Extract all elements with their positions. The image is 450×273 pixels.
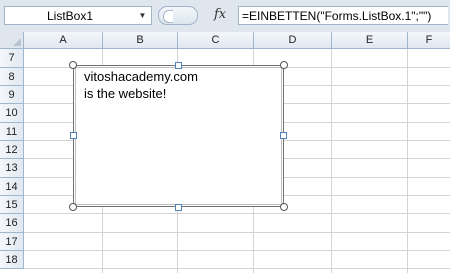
- row-header-9[interactable]: 9: [0, 86, 24, 104]
- column-header-a[interactable]: A: [24, 32, 103, 49]
- column-header-e[interactable]: E: [332, 32, 408, 49]
- listbox-item[interactable]: vitoshacademy.com: [84, 68, 198, 85]
- gridline: [24, 268, 450, 269]
- name-box[interactable]: ListBox1 ▼: [4, 6, 152, 25]
- gridline: [407, 49, 408, 273]
- formula-bar: ListBox1 ▼ fx =EINBETTEN("Forms.ListBox.…: [0, 0, 450, 33]
- gridline: [24, 213, 450, 214]
- formula-input[interactable]: =EINBETTEN("Forms.ListBox.1";""): [238, 6, 448, 25]
- select-all-corner[interactable]: [0, 32, 24, 49]
- resize-handle-top-left[interactable]: [69, 61, 77, 69]
- column-header-d[interactable]: D: [254, 32, 332, 49]
- row-header-18[interactable]: 18: [0, 251, 24, 269]
- row-header-8[interactable]: 8: [0, 68, 24, 86]
- row-header-12[interactable]: 12: [0, 141, 24, 159]
- gridline: [331, 49, 332, 273]
- insert-function-icon[interactable]: fx: [214, 7, 226, 22]
- formula-text: =EINBETTEN("Forms.ListBox.1";""): [242, 9, 432, 23]
- row-header-17[interactable]: 17: [0, 233, 24, 251]
- row-header-7[interactable]: 7: [0, 49, 24, 68]
- listbox-control[interactable]: vitoshacademy.com is the website!: [73, 65, 284, 207]
- row-header-15[interactable]: 15: [0, 196, 24, 214]
- resize-handle-top[interactable]: [175, 62, 182, 69]
- row-header-10[interactable]: 10: [0, 104, 24, 123]
- resize-handle-left[interactable]: [70, 132, 77, 139]
- row-header-16[interactable]: 16: [0, 214, 24, 233]
- resize-handle-bottom-left[interactable]: [69, 203, 77, 211]
- column-header-f[interactable]: F: [408, 32, 450, 49]
- row-header-11[interactable]: 11: [0, 123, 24, 141]
- resize-handle-bottom-right[interactable]: [280, 203, 288, 211]
- listbox-item[interactable]: is the website!: [84, 85, 198, 102]
- resize-handle-right[interactable]: [280, 132, 287, 139]
- formula-bar-splitter[interactable]: [158, 6, 198, 25]
- gridline: [24, 250, 450, 251]
- listbox-items: vitoshacademy.com is the website!: [84, 68, 198, 102]
- column-header-b[interactable]: B: [103, 32, 178, 49]
- row-header-13[interactable]: 13: [0, 159, 24, 178]
- gridline: [24, 232, 450, 233]
- chevron-down-icon[interactable]: ▼: [137, 9, 148, 22]
- name-box-value: ListBox1: [47, 9, 94, 23]
- resize-handle-bottom[interactable]: [175, 204, 182, 211]
- row-header-14[interactable]: 14: [0, 178, 24, 196]
- resize-handle-top-right[interactable]: [280, 61, 288, 69]
- column-header-c[interactable]: C: [178, 32, 254, 49]
